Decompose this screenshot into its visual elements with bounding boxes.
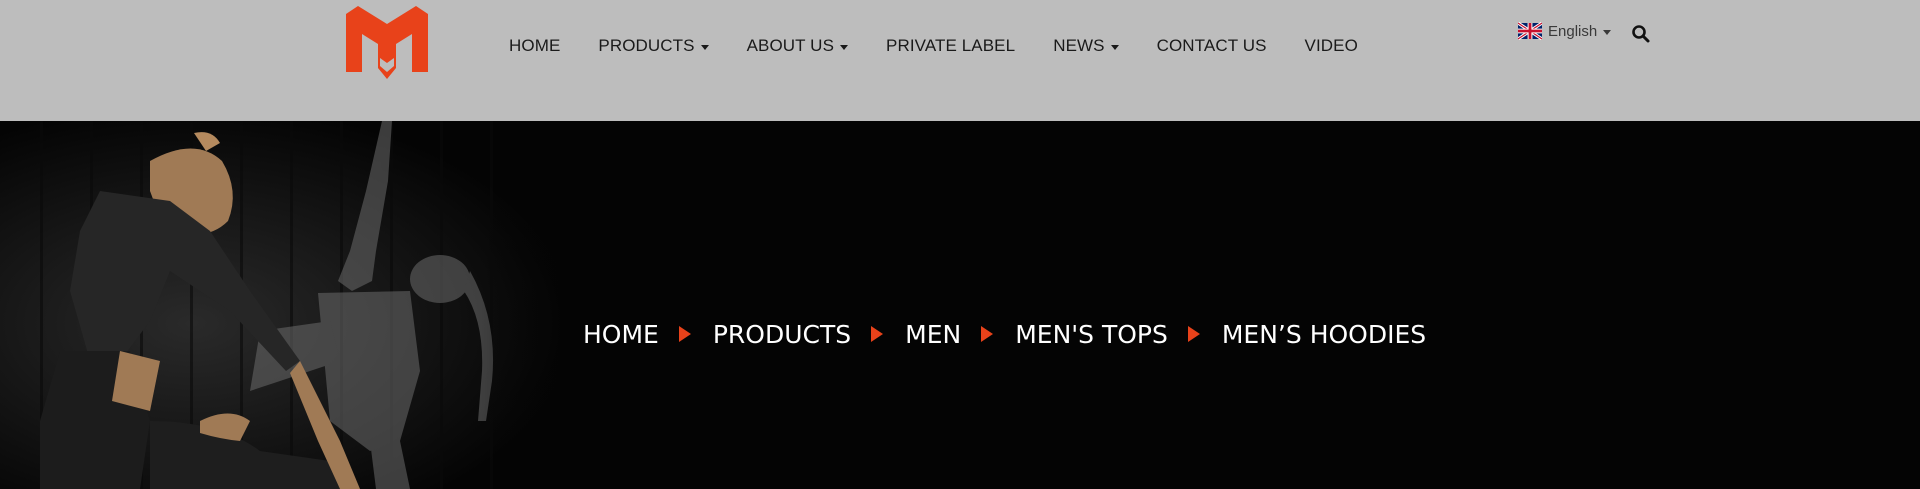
nav-private-label[interactable]: PRIVATE LABEL — [886, 36, 1015, 56]
m-brand-logo-icon[interactable] — [346, 6, 428, 84]
nav-contact-us-label: CONTACT US — [1156, 36, 1267, 55]
nav-about-us-label: ABOUT US — [746, 36, 835, 55]
nav-about-us[interactable]: ABOUT US — [746, 36, 849, 56]
breadcrumb-mens-hoodies: MEN’S HOODIES — [1221, 319, 1427, 349]
breadcrumb-men[interactable]: MEN — [905, 320, 961, 349]
triangle-right-icon — [981, 326, 994, 342]
breadcrumb-home[interactable]: HOME — [583, 320, 659, 349]
nav-products[interactable]: PRODUCTS — [598, 36, 709, 56]
language-label: English — [1548, 22, 1598, 40]
main-nav: HOME PRODUCTS ABOUT US PRIVATE LABEL NEW… — [509, 34, 1396, 58]
language-selector[interactable]: English — [1518, 22, 1612, 40]
nav-products-label: PRODUCTS — [598, 36, 695, 55]
nav-home[interactable]: HOME — [509, 36, 560, 56]
hero-athletes-image — [0, 121, 640, 489]
site-header: HOME PRODUCTS ABOUT US PRIVATE LABEL NEW… — [0, 0, 1920, 121]
caret-down-icon — [1110, 44, 1119, 50]
triangle-right-icon — [871, 326, 884, 342]
nav-home-label: HOME — [509, 36, 561, 55]
breadcrumb: HOME PRODUCTS MEN MEN'S TOPS MEN’S HOODI… — [583, 316, 1426, 352]
triangle-right-icon — [1187, 326, 1200, 342]
nav-news-label: NEWS — [1053, 36, 1105, 55]
caret-down-icon — [1603, 29, 1612, 35]
uk-flag-icon — [1518, 22, 1542, 40]
nav-news[interactable]: NEWS — [1053, 36, 1119, 56]
search-icon[interactable] — [1631, 24, 1651, 44]
caret-down-icon — [700, 44, 709, 50]
nav-video[interactable]: VIDEO — [1305, 36, 1358, 56]
nav-video-label: VIDEO — [1304, 36, 1358, 55]
triangle-right-icon — [678, 326, 691, 342]
nav-private-label-label: PRIVATE LABEL — [886, 36, 1016, 55]
hero-banner: HOME PRODUCTS MEN MEN'S TOPS MEN’S HOODI… — [0, 121, 1920, 489]
nav-contact-us[interactable]: CONTACT US — [1157, 36, 1267, 56]
breadcrumb-products[interactable]: PRODUCTS — [713, 320, 851, 349]
breadcrumb-mens-tops[interactable]: MEN'S TOPS — [1015, 320, 1168, 349]
caret-down-icon — [840, 44, 849, 50]
